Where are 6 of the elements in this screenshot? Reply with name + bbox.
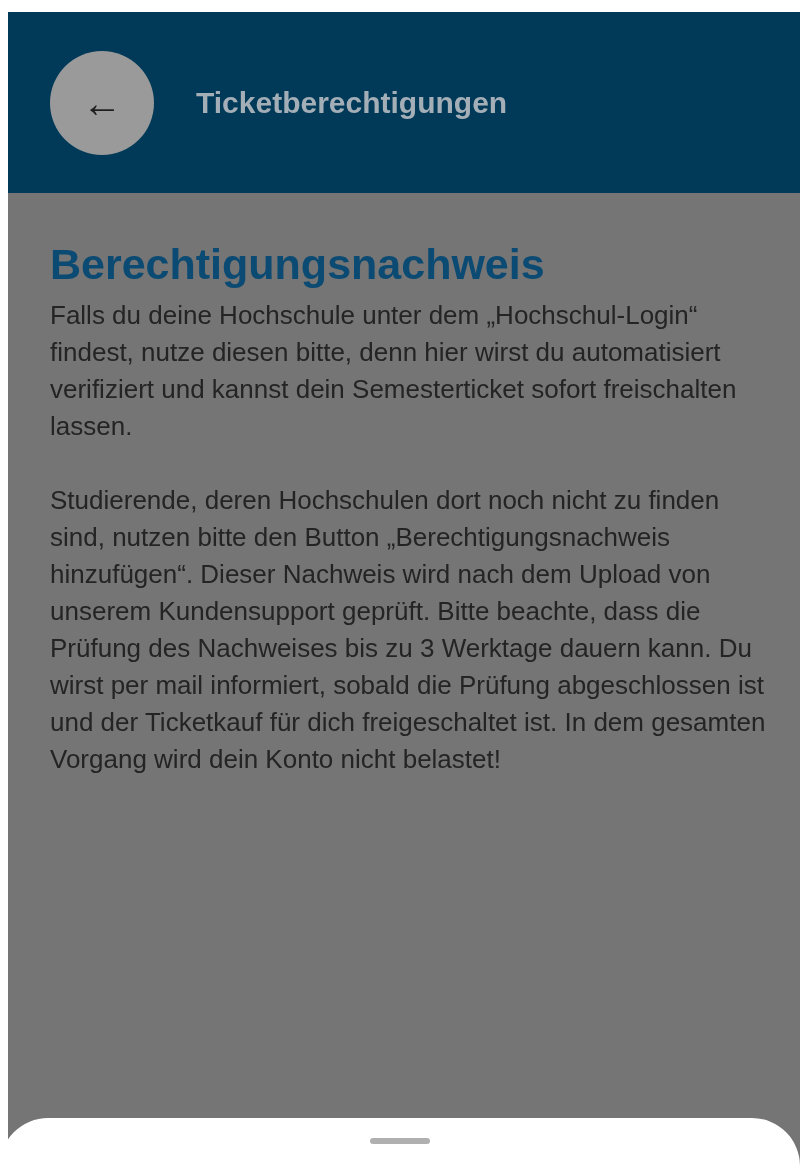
back-button[interactable]: ← <box>50 50 154 155</box>
body-paragraph: Falls du deine Hochschule unter dem „Hochschul-Login“ findest, nutze diesen bitte, denn hier wirst du automatisiert verifiziert und kannst dein Semesterticket sofort freischalten lassen. <box>50 299 738 443</box>
screen-title: Ticketberechtigungen <box>196 85 508 121</box>
drag-handle[interactable] <box>370 1138 430 1144</box>
body-paragraph: Studierende, deren Hochschulen dort noch nicht zu finden sind, nutzen bitte den Button „Berechtigungsnachweis hinzufügen“. Dieser Nachweis wird nach dem Upload von unserem Kundensupport geprüft. Bitte beachte, dass die Prüfung des Nachweises bis zu 3 Werktage dauern kann. Du wirst per mail informiert, sobald die Prüfung abgeschlossen ist und der Ticketkauf für dich freigeschaltet ist. In dem gesamten Vorgang wird dein Konto nicht belastet! <box>50 484 766 776</box>
section-heading: Berechtigungsnachweis <box>50 239 546 290</box>
